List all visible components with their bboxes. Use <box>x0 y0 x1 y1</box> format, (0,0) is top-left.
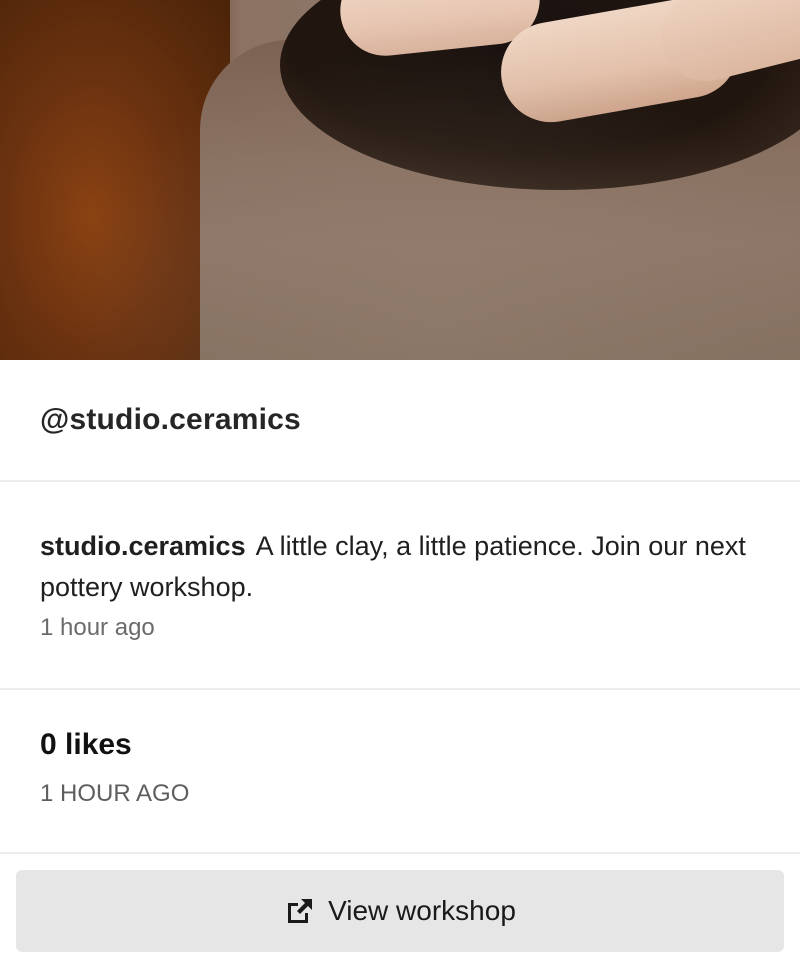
caption-section: studio.ceramics A little clay, a little p… <box>0 482 800 690</box>
post-timestamp: 1 HOUR AGO <box>40 780 190 807</box>
cta-container: View workshop <box>0 854 800 952</box>
profile-handle[interactable]: @studio.ceramics <box>40 403 301 437</box>
profile-header: @studio.ceramics <box>0 360 800 482</box>
photo-overlay <box>0 0 800 360</box>
post-caption: studio.ceramics A little clay, a little p… <box>40 526 760 608</box>
caption-timestamp: 1 hour ago <box>40 614 155 641</box>
view-workshop-button[interactable]: View workshop <box>16 870 784 952</box>
caption-username[interactable]: studio.ceramics <box>40 531 246 561</box>
post-card: @studio.ceramics studio.ceramics A little… <box>0 0 800 968</box>
post-photo[interactable] <box>0 0 800 360</box>
external-link-icon <box>284 895 316 927</box>
view-workshop-label: View workshop <box>328 895 516 926</box>
likes-count[interactable]: 0 likes <box>40 728 760 762</box>
engagement-section: 0 likes 1 HOUR AGO <box>0 690 800 854</box>
